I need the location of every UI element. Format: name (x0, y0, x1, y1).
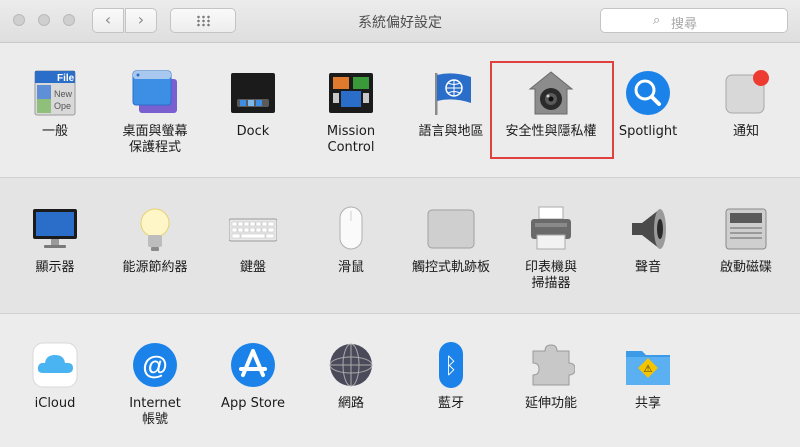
pref-label: Mission Control (326, 124, 376, 155)
pref-label: 語言與地區 (418, 124, 484, 139)
dock-icon (229, 69, 277, 117)
pref-sound[interactable]: 聲音 (599, 205, 697, 276)
zoom-window-button[interactable] (63, 14, 75, 26)
grid-icon (196, 15, 211, 27)
pref-label: 桌面與螢幕 保護程式 (122, 124, 188, 155)
window-titlebar: ‹ › 系統偏好設定 ⌕ 搜尋 (0, 0, 800, 43)
startup-disk-icon (722, 205, 770, 253)
svg-text:File: File (57, 73, 75, 84)
pref-label: 藍牙 (437, 396, 464, 411)
pref-bluetooth[interactable]: ᛒ 藍牙 (402, 341, 500, 412)
pref-label: 滑鼠 (337, 260, 364, 275)
internet-accounts-icon: @ (131, 341, 179, 389)
pref-label: 鍵盤 (239, 260, 266, 275)
pref-label: 印表機與 掃描器 (524, 260, 577, 291)
pref-keyboard[interactable]: 鍵盤 (204, 205, 302, 276)
mission-control-icon (327, 69, 375, 117)
pref-language-region[interactable]: 語言與地區 (402, 69, 500, 140)
pref-label: iCloud (34, 396, 76, 411)
chevron-right-icon: › (137, 10, 145, 29)
minimize-window-button[interactable] (38, 14, 50, 26)
pref-label: 聲音 (634, 260, 661, 275)
general-icon: File New Ope (31, 69, 79, 117)
svg-text:ᛒ: ᛒ (444, 354, 457, 379)
window-title: 系統偏好設定 (358, 15, 442, 31)
pref-mouse[interactable]: 滑鼠 (302, 205, 400, 276)
forward-button[interactable]: › (125, 8, 157, 33)
pref-label: 啟動磁碟 (719, 260, 772, 275)
highlight-box (490, 61, 614, 159)
sound-icon (624, 205, 672, 253)
svg-text:New: New (54, 89, 73, 99)
pref-mission-control[interactable]: Mission Control (302, 69, 400, 156)
pref-label: 網路 (337, 396, 364, 411)
search-placeholder: 搜尋 (671, 17, 698, 32)
search-field[interactable]: ⌕ 搜尋 (600, 8, 788, 33)
svg-text:⚠: ⚠ (644, 364, 653, 375)
language-region-icon (427, 69, 475, 117)
search-icon: ⌕ (653, 13, 661, 28)
pref-notifications[interactable]: 通知 (697, 69, 795, 140)
pref-label: 延伸功能 (524, 396, 577, 411)
internet-section: iCloud @ Internet 帳號 App Store 網路 ᛒ 藍牙 延… (0, 314, 800, 447)
icloud-icon (31, 341, 79, 389)
back-button[interactable]: ‹ (92, 8, 124, 33)
trackpad-icon (427, 205, 475, 253)
pref-label: 顯示器 (35, 260, 75, 275)
pref-energy-saver[interactable]: 能源節約器 (106, 205, 204, 276)
pref-internet-accounts[interactable]: @ Internet 帳號 (106, 341, 204, 428)
pref-dock[interactable]: Dock (204, 69, 302, 140)
pref-label: 通知 (732, 124, 759, 139)
pref-label: 觸控式軌跡板 (411, 260, 490, 275)
pref-general[interactable]: File New Ope 一般 (6, 69, 104, 140)
notifications-icon (722, 69, 770, 117)
chevron-left-icon: ‹ (104, 10, 112, 29)
svg-text:@: @ (142, 350, 167, 380)
pref-app-store[interactable]: App Store (204, 341, 302, 412)
pref-trackpad[interactable]: 觸控式軌跡板 (402, 205, 500, 276)
bluetooth-icon: ᛒ (427, 341, 475, 389)
printers-scanners-icon (527, 205, 575, 253)
close-window-button[interactable] (13, 14, 25, 26)
displays-icon (31, 205, 79, 253)
mouse-icon (327, 205, 375, 253)
pref-extensions[interactable]: 延伸功能 (502, 341, 600, 412)
pref-startup-disk[interactable]: 啟動磁碟 (697, 205, 795, 276)
keyboard-icon (228, 205, 278, 253)
pref-network[interactable]: 網路 (302, 341, 400, 412)
pref-displays[interactable]: 顯示器 (6, 205, 104, 276)
sharing-icon: ⚠ (624, 341, 672, 389)
pref-label: 能源節約器 (122, 260, 188, 275)
svg-text:Ope: Ope (54, 101, 71, 111)
pref-printers-scanners[interactable]: 印表機與 掃描器 (502, 205, 600, 292)
show-all-button[interactable] (170, 8, 236, 33)
pref-label: App Store (221, 396, 285, 411)
pref-sharing[interactable]: ⚠ 共享 (599, 341, 697, 412)
pref-icloud[interactable]: iCloud (6, 341, 104, 412)
hardware-section: 顯示器 能源節約器 鍵盤 滑鼠 觸控式軌跡板 印表機與 掃描器 聲音 啟動磁碟 (0, 178, 800, 314)
app-store-icon (229, 341, 277, 389)
pref-desktop-screensaver[interactable]: 桌面與螢幕 保護程式 (106, 69, 204, 156)
network-icon (327, 341, 375, 389)
pref-label: 一般 (41, 124, 68, 139)
desktop-screensaver-icon (131, 69, 179, 117)
personal-section: File New Ope 一般 桌面與螢幕 保護程式 Dock Mission … (0, 43, 800, 178)
energy-saver-icon (131, 205, 179, 253)
pref-label: 共享 (634, 396, 661, 411)
pref-label: Internet 帳號 (129, 396, 181, 427)
spotlight-icon (624, 69, 672, 117)
pref-label: Dock (236, 124, 270, 139)
extensions-icon (527, 341, 576, 389)
